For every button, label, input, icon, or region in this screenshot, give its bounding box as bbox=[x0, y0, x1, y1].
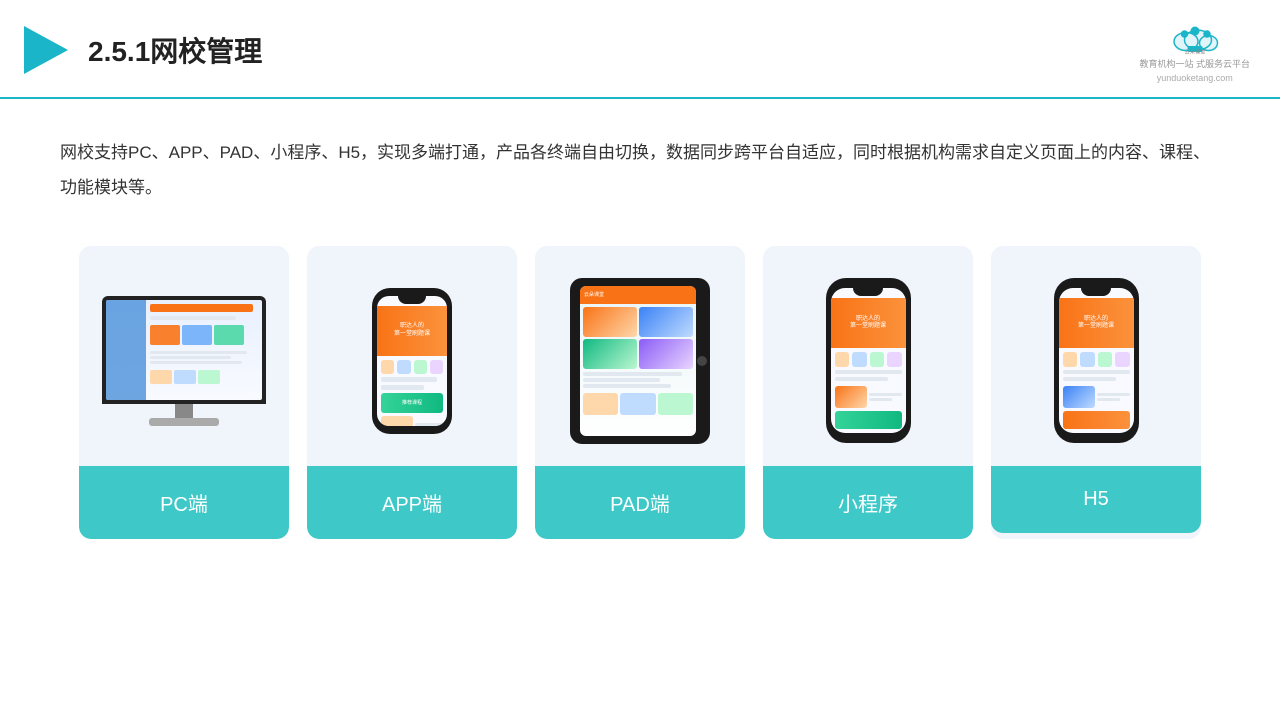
miniapp-phone: 职达人的第一堂刷题课 bbox=[826, 278, 911, 443]
header-left: 2.5.1网校管理 bbox=[20, 24, 262, 76]
app-phone-screen: 职达人的第一堂刷题课 推荐课程 bbox=[377, 296, 447, 426]
card-image-h5: 职达人的第一堂刷题课 bbox=[991, 246, 1201, 466]
monitor-base bbox=[149, 418, 219, 426]
card-label-app: APP端 bbox=[307, 466, 517, 539]
monitor-neck bbox=[175, 404, 193, 418]
card-app: 职达人的第一堂刷题课 推荐课程 bbox=[307, 246, 517, 539]
pad-tablet-screen: 云朵课堂 bbox=[580, 286, 696, 436]
h5-phone: 职达人的第一堂刷题课 bbox=[1054, 278, 1139, 443]
logo-url: yunduoketang.com bbox=[1157, 73, 1233, 83]
card-label-pc: PC端 bbox=[79, 466, 289, 539]
card-image-pc bbox=[79, 246, 289, 466]
miniapp-phone-notch bbox=[853, 288, 883, 296]
pad-tablet-outer: 云朵课堂 bbox=[570, 278, 710, 444]
pad-tablet: 云朵课堂 bbox=[570, 278, 710, 444]
logo-icon: 云朵课堂 bbox=[1165, 18, 1225, 56]
card-image-miniapp: 职达人的第一堂刷题课 bbox=[763, 246, 973, 466]
card-miniapp: 职达人的第一堂刷题课 bbox=[763, 246, 973, 539]
monitor-wrapper bbox=[102, 296, 266, 404]
card-h5: 职达人的第一堂刷题课 bbox=[991, 246, 1201, 539]
app-phone-outer: 职达人的第一堂刷题课 推荐课程 bbox=[372, 288, 452, 434]
description: 网校支持PC、APP、PAD、小程序、H5，实现多端打通，产品各终端自由切换，数… bbox=[0, 99, 1280, 216]
card-label-pad: PAD端 bbox=[535, 466, 745, 539]
card-label-miniapp: 小程序 bbox=[763, 466, 973, 539]
header: 2.5.1网校管理 云朵课堂 教育机构一站 式服务云平台 yunduoketan… bbox=[0, 0, 1280, 99]
pad-home-btn bbox=[697, 356, 707, 366]
monitor-content bbox=[146, 300, 262, 400]
monitor-sidebar bbox=[106, 300, 146, 400]
card-image-pad: 云朵课堂 bbox=[535, 246, 745, 466]
play-icon bbox=[20, 24, 72, 76]
h5-phone-outer: 职达人的第一堂刷题课 bbox=[1054, 278, 1139, 443]
logo-area: 云朵课堂 教育机构一站 式服务云平台 yunduoketang.com bbox=[1139, 18, 1250, 83]
logo-tagline: 教育机构一站 式服务云平台 bbox=[1139, 58, 1250, 71]
cards-container: PC端 职达人的第一堂刷题课 bbox=[0, 216, 1280, 569]
pc-monitor bbox=[102, 296, 266, 426]
monitor-screen bbox=[106, 300, 262, 400]
app-phone-notch bbox=[398, 296, 426, 304]
page-title: 2.5.1网校管理 bbox=[88, 30, 262, 70]
app-phone: 职达人的第一堂刷题课 推荐课程 bbox=[372, 288, 452, 434]
card-label-h5: H5 bbox=[991, 466, 1201, 533]
card-pad: 云朵课堂 bbox=[535, 246, 745, 539]
card-pc: PC端 bbox=[79, 246, 289, 539]
h5-phone-screen: 职达人的第一堂刷题课 bbox=[1059, 288, 1134, 433]
h5-phone-notch bbox=[1081, 288, 1111, 296]
miniapp-phone-outer: 职达人的第一堂刷题课 bbox=[826, 278, 911, 443]
pad-screen-header: 云朵课堂 bbox=[580, 286, 696, 304]
card-image-app: 职达人的第一堂刷题课 推荐课程 bbox=[307, 246, 517, 466]
description-text: 网校支持PC、APP、PAD、小程序、H5，实现多端打通，产品各终端自由切换，数… bbox=[60, 143, 1210, 198]
miniapp-phone-screen: 职达人的第一堂刷题课 bbox=[831, 288, 906, 433]
